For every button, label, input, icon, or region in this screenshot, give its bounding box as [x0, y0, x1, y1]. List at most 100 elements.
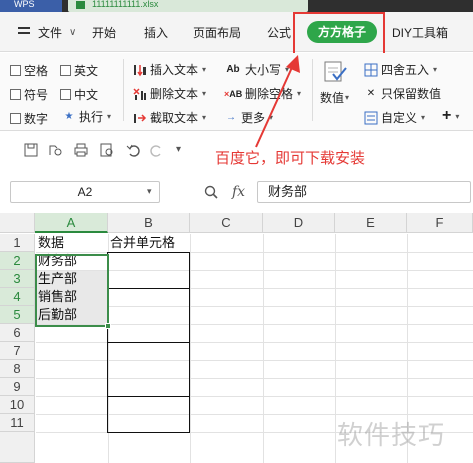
list-icon: [364, 111, 378, 125]
checkbox-label: 英文: [74, 64, 99, 78]
hamburger-menu-icon[interactable]: [18, 24, 31, 40]
tab-page-layout[interactable]: 页面布局: [193, 25, 241, 41]
selection-border: [35, 254, 109, 327]
gridline: [335, 234, 336, 463]
grid-icon: [364, 63, 378, 77]
custom-label: 自定义: [381, 111, 418, 125]
save-icon[interactable]: [24, 143, 38, 157]
print-preview-icon[interactable]: [100, 143, 114, 157]
row-header[interactable]: 4: [0, 288, 35, 306]
document-tab-label: 11111111111.xlsx: [92, 0, 159, 9]
tab-insert[interactable]: 插入: [144, 25, 168, 41]
select-all-corner[interactable]: [0, 213, 35, 233]
fill-handle[interactable]: [105, 323, 111, 329]
extract-text-label: 截取文本: [150, 111, 199, 125]
delete-space-icon: ×AB: [224, 88, 243, 99]
checkbox-chinese[interactable]: 中文: [60, 86, 98, 103]
checkbox-space[interactable]: 空格: [10, 62, 48, 79]
menu-file[interactable]: 文件: [38, 25, 62, 41]
row-header[interactable]: 8: [0, 360, 35, 378]
document-tab[interactable]: 11111111111.xlsx: [68, 0, 308, 12]
merged-cell-border: [107, 432, 190, 433]
row-header[interactable]: 11: [0, 414, 35, 432]
formula-input[interactable]: 财务部: [257, 181, 471, 203]
delete-text-label: 删除文本: [150, 87, 199, 101]
merged-cell-border: [107, 288, 190, 289]
formula-bar: A2 ▾ fx 财务部: [0, 177, 473, 207]
merged-cell-border: [107, 252, 190, 253]
cell-a1[interactable]: 数据: [38, 234, 64, 252]
undo-icon[interactable]: [126, 143, 140, 157]
insert-text-icon: [133, 63, 147, 77]
spreadsheet-icon: [76, 1, 85, 9]
value-label: 数值: [320, 91, 345, 105]
row-header[interactable]: 5: [0, 306, 35, 324]
row-header[interactable]: 9: [0, 378, 35, 396]
keep-value-label: 只保留数值: [381, 87, 442, 101]
delete-text-button[interactable]: 删除文本 ▾: [133, 85, 206, 102]
insert-text-button[interactable]: 插入文本 ▾: [133, 61, 206, 78]
ribbon-separator: [312, 59, 313, 121]
extract-text-button[interactable]: 截取文本 ▾: [133, 109, 206, 126]
execute-label: 执行: [79, 110, 104, 124]
value-button[interactable]: 数值 ▾: [320, 59, 349, 106]
close-icon: ✕: [366, 87, 376, 99]
column-header[interactable]: F: [407, 213, 473, 233]
case-icon: Ab: [226, 63, 240, 75]
watermark: 软件技巧: [337, 420, 446, 450]
quick-access-toolbar: ▾: [0, 137, 210, 163]
insert-text-label: 插入文本: [150, 63, 199, 77]
ribbon: 空格 英文 符号 中文 数字 ★ 执行 ▾ 插入文本 ▾ 删除文本 ▾ 截取文本 ▾ A…: [0, 53, 473, 131]
add-button[interactable]: + ▾: [442, 107, 459, 125]
star-icon: ★: [64, 110, 74, 122]
custom-button[interactable]: 自定义 ▾: [364, 109, 425, 126]
highlight-annotation-box: [293, 12, 385, 56]
row-header[interactable]: 3: [0, 270, 35, 288]
checkbox-number[interactable]: 数字: [10, 110, 48, 127]
name-box[interactable]: A2: [10, 181, 160, 203]
row-header[interactable]: 1: [0, 234, 35, 252]
row-header[interactable]: 10: [0, 396, 35, 414]
extract-text-icon: [133, 111, 147, 125]
print-icon[interactable]: [74, 143, 88, 157]
execute-button[interactable]: ★ 执行 ▾: [62, 108, 112, 125]
checkbox-label: 空格: [24, 64, 49, 78]
row-header[interactable]: 2: [0, 252, 35, 270]
row-header[interactable]: 7: [0, 342, 35, 360]
title-bar: WPS 11111111111.xlsx: [0, 0, 473, 12]
cell-b1[interactable]: 合并单元格: [110, 234, 175, 252]
round-label: 四舍五入: [381, 63, 430, 77]
keep-value-button[interactable]: ✕ 只保留数值: [364, 85, 441, 102]
plus-icon: +: [442, 107, 452, 124]
chevron-down-icon[interactable]: ▾: [147, 181, 152, 201]
chevron-down-icon[interactable]: ▾: [176, 143, 190, 157]
zoom-icon[interactable]: [204, 185, 218, 199]
annotation-arrow: [255, 55, 300, 148]
tab-formula[interactable]: 公式: [267, 25, 291, 41]
tab-diy-toolbox[interactable]: DIY工具箱: [392, 25, 448, 41]
export-icon[interactable]: [48, 143, 62, 157]
round-button[interactable]: 四舍五入 ▾: [364, 61, 437, 78]
column-header[interactable]: A: [35, 213, 108, 233]
checkbox-label: 符号: [24, 88, 49, 102]
checkbox-english[interactable]: 英文: [60, 62, 98, 79]
redo-icon[interactable]: [150, 143, 164, 157]
chevron-down-icon[interactable]: ∨: [69, 25, 76, 41]
ribbon-separator: [123, 59, 124, 121]
value-icon: [321, 59, 349, 85]
column-header[interactable]: C: [190, 213, 263, 233]
column-header[interactable]: D: [263, 213, 335, 233]
merged-cell-border: [107, 342, 190, 343]
tab-start[interactable]: 开始: [92, 25, 116, 41]
arrow-right-icon: →: [226, 111, 236, 123]
column-header[interactable]: B: [108, 213, 190, 233]
gridline: [190, 234, 191, 463]
column-header[interactable]: E: [335, 213, 407, 233]
merged-cell-border: [189, 252, 190, 433]
fx-icon[interactable]: fx: [232, 184, 245, 200]
app-tab[interactable]: WPS: [0, 0, 62, 12]
menu-bar: 文件 ∨ 开始 插入 页面布局 公式 方方格子 DIY工具箱: [0, 12, 473, 52]
row-header[interactable]: 6: [0, 324, 35, 342]
merged-cell-border: [107, 396, 190, 397]
checkbox-symbol[interactable]: 符号: [10, 86, 48, 103]
